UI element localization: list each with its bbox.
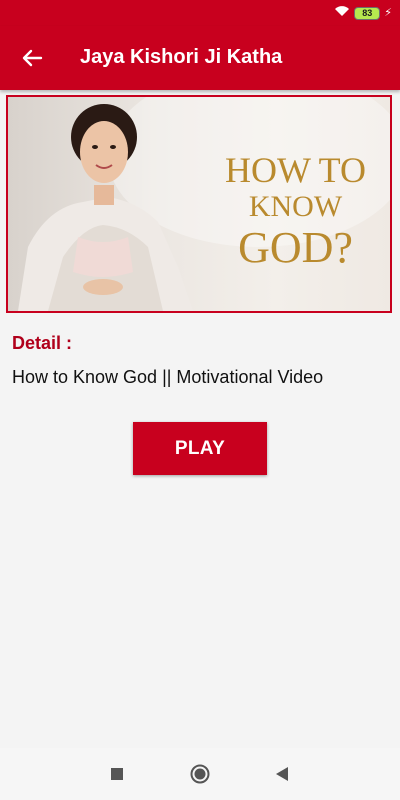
recents-square-icon — [111, 768, 123, 780]
arrow-left-icon — [22, 49, 43, 67]
detail-label: Detail : — [12, 333, 73, 353]
status-bar: 83 ⚡ — [0, 0, 400, 26]
back-nav-button[interactable] — [266, 758, 298, 790]
recents-button[interactable] — [101, 758, 133, 790]
video-thumbnail[interactable]: HOW TO KNOW GOD? — [6, 95, 392, 313]
home-circle-icon — [190, 764, 210, 784]
page-title: Jaya Kishori Ji Katha — [80, 46, 283, 68]
detail-text: How to Know God || Motivational Video — [12, 367, 324, 387]
wifi-icon — [334, 4, 350, 22]
back-button[interactable] — [14, 40, 50, 76]
back-triangle-icon — [276, 767, 288, 781]
play-button[interactable]: PLAY — [133, 422, 267, 475]
status-icons: 83 ⚡ — [334, 6, 392, 20]
battery-level: 83 — [362, 8, 373, 18]
thumbnail-line-1: HOW TO — [224, 150, 366, 190]
thumbnail-line-2: KNOW — [248, 190, 343, 223]
system-nav-bar — [0, 748, 400, 800]
thumbnail-line-3: GOD? — [238, 223, 353, 272]
battery-icon: 83 — [354, 6, 381, 20]
app-bar: Jaya Kishori Ji Katha — [0, 26, 400, 90]
home-button[interactable] — [184, 758, 216, 790]
thumbnail-caption: HOW TO KNOW GOD? — [203, 152, 388, 270]
charging-icon: ⚡ — [384, 6, 392, 19]
